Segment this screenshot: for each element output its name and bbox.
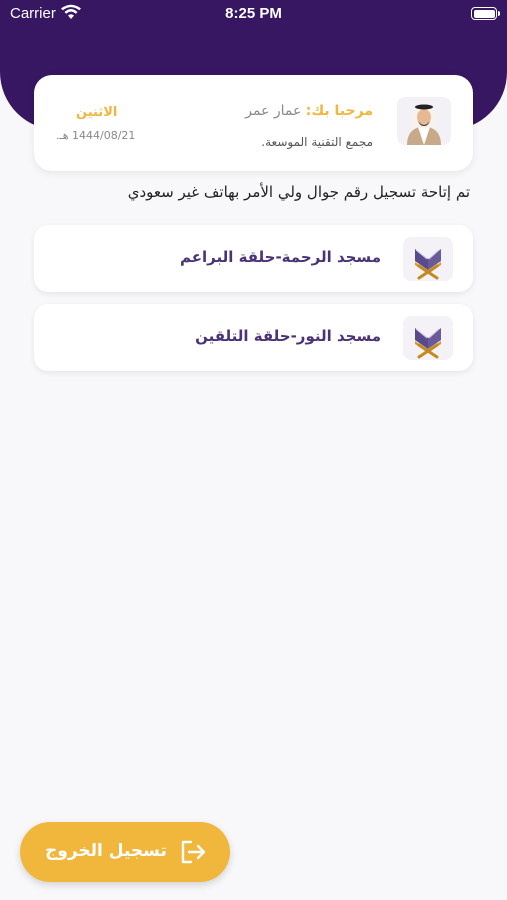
halaqa-label: مسجد الرحمة-حلقة البراعم (180, 248, 381, 266)
organization-name: مجمع التقنية الموسعة. (261, 135, 373, 149)
user-avatar-icon (407, 104, 441, 145)
quran-stand-icon (403, 316, 453, 360)
hijri-date: 1444/08/21 هـ. (56, 129, 136, 142)
battery-icon (471, 7, 500, 20)
halaqa-card[interactable]: مسجد الرحمة-حلقة البراعم (34, 225, 473, 292)
user-avatar[interactable] (397, 97, 451, 145)
user-name: عمار عمر (245, 103, 302, 119)
logout-button[interactable]: تسجيل الخروج (20, 822, 230, 882)
profile-card: مرحبا بك: عمار عمر مجمع التقنية الموسعة.… (34, 75, 473, 171)
status-bar: Carrier 8:25 PM (0, 0, 507, 30)
logout-icon (181, 840, 206, 864)
clock: 8:25 PM (225, 5, 282, 22)
greeting-prefix: مرحبا بك: (305, 103, 373, 119)
day-name: الاثنين (76, 105, 118, 120)
quran-stand-icon (403, 237, 453, 281)
logout-label: تسجيل الخروج (45, 841, 167, 861)
halaqa-card[interactable]: مسجد النور-حلقة التلقين (34, 304, 473, 371)
greeting: مرحبا بك: عمار عمر (245, 103, 373, 119)
halaqa-label: مسجد النور-حلقة التلقين (195, 327, 381, 345)
notice-text: تم إتاحة تسجيل رقم جوال ولي الأمر بهاتف … (127, 183, 470, 201)
